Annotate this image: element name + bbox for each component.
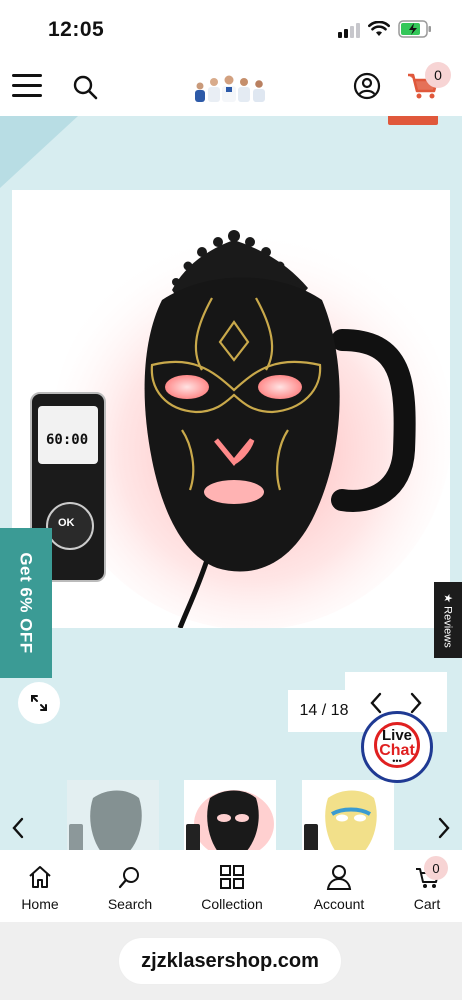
- nav-search-label: Search: [107, 896, 153, 912]
- thumbs-prev-icon[interactable]: [10, 816, 26, 840]
- nav-home[interactable]: Home: [0, 850, 86, 922]
- nav-cart[interactable]: Cart: [381, 850, 462, 922]
- wifi-icon: [368, 21, 390, 36]
- home-icon: [29, 866, 51, 888]
- live-chat-dots: •••: [392, 756, 402, 766]
- reviews-label: ★ Reviews: [441, 592, 454, 648]
- image-counter: 14 / 18: [288, 690, 360, 732]
- doctors-logo[interactable]: [192, 72, 270, 102]
- expand-icon: [31, 695, 47, 711]
- battery-icon: [398, 20, 431, 38]
- user-circle-icon[interactable]: [353, 72, 381, 100]
- chevron-right-icon[interactable]: [409, 692, 423, 714]
- nav-collection-label: Collection: [201, 896, 263, 912]
- cart-count-badge: 0: [425, 62, 451, 88]
- remote-ok-label: OK: [58, 517, 75, 529]
- status-bar: 12:05: [0, 0, 462, 58]
- promo-label: Get 6% OFF: [17, 552, 37, 654]
- mask-thumb-black-red: [184, 780, 276, 851]
- search-icon[interactable]: [72, 74, 98, 100]
- nav-account[interactable]: Account: [293, 850, 385, 922]
- sale-tag: [388, 116, 438, 125]
- nav-collection[interactable]: Collection: [186, 850, 278, 922]
- nav-cart-label: Cart: [413, 896, 441, 912]
- status-time: 12:05: [48, 18, 105, 41]
- live-chat-line1: Live: [381, 727, 412, 744]
- promo-tab[interactable]: Get 6% OFF: [0, 528, 52, 678]
- site-header: 0: [0, 58, 462, 116]
- url-bar[interactable]: zjzklasershop.com: [119, 938, 341, 984]
- grid-icon: [220, 865, 244, 889]
- nav-cart-count: 0: [424, 856, 448, 880]
- live-chat-button[interactable]: Live Chat •••: [361, 711, 433, 783]
- user-icon: [326, 865, 352, 890]
- decorative-corner: [0, 116, 78, 188]
- search-icon: [118, 867, 139, 889]
- remote-display: 60:00: [46, 432, 89, 448]
- mask-thumb-black: [67, 780, 159, 851]
- thumbnail[interactable]: [67, 780, 159, 851]
- nav-search[interactable]: Search: [84, 850, 176, 922]
- chevron-left-icon[interactable]: [369, 692, 383, 714]
- expand-button[interactable]: [18, 682, 60, 724]
- hamburger-icon[interactable]: [12, 72, 42, 98]
- thumbs-next-icon[interactable]: [436, 816, 452, 840]
- signal-icon: [338, 23, 360, 38]
- thumbnail-active[interactable]: [184, 780, 276, 851]
- reviews-tab[interactable]: ★ Reviews: [434, 582, 462, 658]
- mask-thumb-colored: [302, 780, 394, 851]
- nav-home-label: Home: [21, 896, 59, 912]
- thumbnail[interactable]: [302, 780, 394, 851]
- bottom-nav: Home Search Collection Account Cart 0: [0, 850, 462, 922]
- nav-account-label: Account: [313, 896, 365, 912]
